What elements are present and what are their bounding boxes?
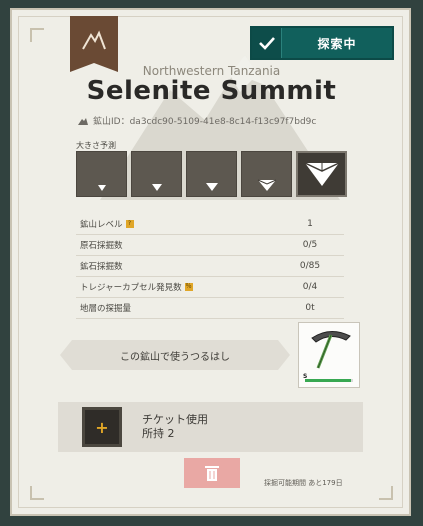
pickaxe-durability-bar — [305, 379, 353, 382]
corner-decoration — [30, 486, 44, 500]
corner-decoration — [379, 486, 393, 500]
stat-row: 鉱石採掘数 0/85 — [76, 256, 344, 277]
pickaxe-slot[interactable]: S — [298, 322, 360, 388]
size-forecast-label: 大きさ予測 — [76, 141, 116, 150]
delete-button[interactable] — [184, 458, 240, 488]
stat-value: 1 — [307, 219, 313, 229]
size-box-m — [186, 151, 237, 197]
mountain-icon — [82, 30, 106, 50]
mine-title: Selenite Summit — [86, 76, 337, 106]
check-icon — [252, 28, 282, 58]
stat-label: 地層の探掘量 — [80, 304, 132, 314]
size-box-xl — [296, 151, 347, 197]
stat-row: 原石採掘数 0/5 — [76, 235, 344, 256]
stat-row: トレジャーカプセル発見数％ 0/4 — [76, 277, 344, 298]
ticket-title: チケット使用 — [142, 413, 208, 426]
size-box-l — [241, 151, 292, 197]
percent-badge-icon[interactable]: ％ — [184, 283, 193, 291]
gem-icon — [304, 162, 339, 186]
stat-value: 0/4 — [302, 282, 318, 292]
stats-table: 鉱山レベル? 1 原石採掘数 0/5 鉱石採掘数 0/85 トレジャーカプセル発… — [76, 214, 344, 319]
stat-value: 0t — [305, 303, 315, 313]
gem-icon — [151, 184, 162, 191]
mine-id-row: 鉱山ID：da3cdc90-5109-41e8-8c14-f13c97f7bd9… — [78, 114, 316, 127]
stat-value: 0/5 — [302, 240, 318, 250]
ticket-panel: + チケット使用 所持 2 — [58, 402, 363, 452]
explore-status-label: 探索中 — [317, 36, 357, 51]
pickaxe-label: この鉱山で使うつるはし — [60, 340, 290, 370]
size-forecast-list — [76, 151, 347, 197]
pickaxe-icon — [311, 331, 351, 369]
pickaxe-durability-fill — [305, 379, 351, 382]
gem-icon — [205, 183, 218, 191]
stat-label: 原石採掘数 — [80, 241, 123, 251]
ticket-add-button[interactable]: + — [82, 407, 122, 447]
ticket-owned-count: 2 — [167, 427, 175, 440]
ticket-info: チケット使用 所持 2 — [142, 413, 208, 441]
stat-label: 鉱山レベル — [80, 220, 123, 230]
mountain-small-icon — [78, 117, 88, 125]
mine-id: 鉱山ID：da3cdc90-5109-41e8-8c14-f13c97f7bd9… — [93, 117, 317, 127]
stat-row: 地層の探掘量 0t — [76, 298, 344, 319]
days-left-text: 採掘可能期間 あと179日 — [264, 479, 343, 487]
size-box-s — [131, 151, 182, 197]
trash-icon — [205, 466, 219, 481]
stat-label: トレジャーカプセル発見数 — [80, 283, 182, 293]
stat-value: 0/85 — [299, 261, 321, 271]
ticket-owned-label: 所持 — [142, 427, 164, 440]
help-badge-icon[interactable]: ? — [125, 220, 134, 228]
size-box-xs — [76, 151, 127, 197]
gem-icon — [257, 179, 276, 191]
corner-decoration — [30, 28, 44, 42]
explore-status-button[interactable]: 探索中 — [250, 26, 394, 60]
stat-label: 鉱石採掘数 — [80, 262, 123, 272]
stat-row: 鉱山レベル? 1 — [76, 214, 344, 235]
gem-icon — [97, 185, 106, 191]
